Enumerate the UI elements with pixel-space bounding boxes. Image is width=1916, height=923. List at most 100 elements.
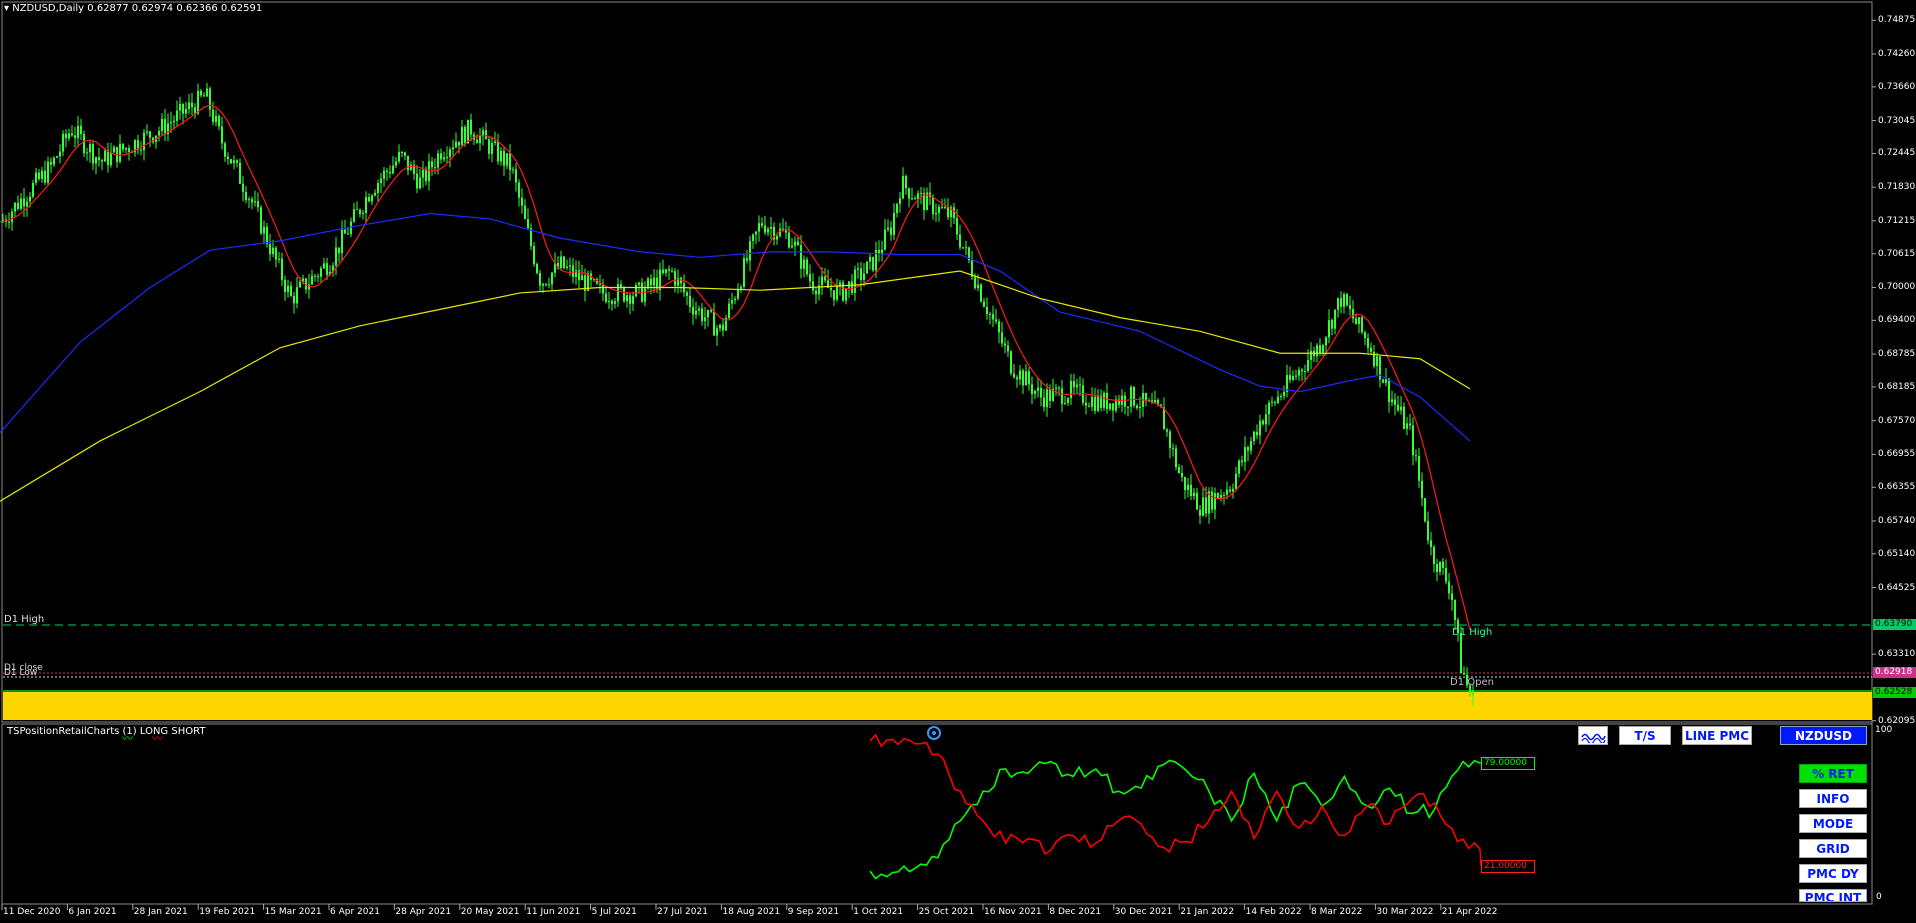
candle-body	[437, 153, 439, 168]
candle-body	[290, 285, 292, 297]
candle-body	[608, 300, 610, 302]
candle-body	[629, 295, 631, 304]
candle-body	[767, 228, 769, 233]
candle-body	[1349, 305, 1351, 310]
candle-body	[770, 226, 772, 229]
candle-body	[863, 273, 865, 281]
candle-body	[317, 276, 319, 278]
candle-body	[1181, 472, 1183, 477]
ret-button[interactable]: % RET	[1799, 764, 1867, 783]
candle-body	[1196, 492, 1198, 510]
candle-body	[1340, 298, 1342, 307]
candle-body	[1220, 494, 1222, 499]
time-tick-label: 21 Jan 2022	[1180, 907, 1235, 917]
candle-body	[1235, 473, 1237, 489]
time-tick-label: 21 Apr 2022	[1441, 907, 1498, 917]
candle-body	[56, 156, 58, 158]
price-tick-label: 0.63310	[1878, 649, 1916, 660]
candle-body	[1268, 402, 1270, 415]
candle-body	[1109, 403, 1111, 410]
time-tick-label: 9 Sep 2021	[787, 907, 840, 917]
candle-body	[1133, 386, 1135, 406]
candle-body	[1406, 423, 1408, 429]
candle-body	[1244, 447, 1246, 463]
price-tick-label: 0.66355	[1878, 482, 1916, 493]
slow-ma-line	[0, 270, 1471, 502]
candle-body	[1076, 384, 1078, 388]
candle-body	[128, 147, 130, 152]
candle-body	[1301, 369, 1303, 372]
candle-body	[1409, 423, 1411, 426]
candle-body	[380, 178, 382, 184]
candle-body	[224, 143, 226, 157]
indicator-frame	[1, 723, 1873, 905]
candle-body	[296, 287, 298, 304]
candle-body	[1238, 460, 1240, 474]
candle-body	[800, 245, 802, 269]
price-tick-label: 0.74260	[1878, 48, 1916, 59]
chart-window[interactable]: ▾ NZDUSD,Daily 0.62877 0.62974 0.62366 0…	[0, 0, 1916, 923]
symbol-button[interactable]: NZDUSD	[1780, 726, 1867, 745]
candle-body	[215, 115, 217, 122]
candle-body	[689, 295, 691, 307]
candle-body	[1163, 407, 1165, 430]
candle-body	[974, 276, 976, 289]
candle-body	[1310, 350, 1312, 361]
candle-body	[1436, 564, 1438, 572]
info-button[interactable]: INFO	[1799, 789, 1867, 808]
candle-body	[995, 319, 997, 322]
candle-body	[1253, 431, 1255, 442]
candles	[2, 82, 1474, 707]
candle-body	[653, 277, 655, 286]
candle-body	[1112, 403, 1114, 411]
candle-body	[185, 109, 187, 114]
candle-body	[1394, 399, 1396, 405]
candle-body	[998, 321, 1000, 333]
mode-button[interactable]: MODE	[1799, 814, 1867, 833]
candle-body	[794, 241, 796, 246]
price-chart[interactable]	[0, 0, 1916, 923]
candle-body	[560, 256, 562, 268]
pmc-int-button[interactable]: PMC INT	[1799, 889, 1867, 902]
candle-body	[239, 162, 241, 184]
line-pmc-button[interactable]: LINE PMC	[1682, 726, 1752, 745]
candle-body	[233, 160, 235, 164]
candle-body	[764, 225, 766, 233]
candle-body	[1055, 387, 1057, 389]
candle-body	[1298, 369, 1300, 376]
target-circle-icon[interactable]	[927, 726, 941, 740]
time-tick-label: 16 Nov 2021	[984, 907, 1042, 917]
candle-body	[605, 293, 607, 302]
d1-close-price-tag: 0.62918	[1873, 667, 1916, 678]
candle-body	[1424, 498, 1426, 522]
candle-body	[1187, 484, 1189, 490]
mid-ma-line	[0, 212, 1471, 442]
candle-body	[602, 284, 604, 294]
candle-body	[221, 126, 223, 144]
candle-body	[143, 132, 145, 151]
ts-button[interactable]: T/S	[1619, 726, 1671, 745]
candle-body	[449, 149, 451, 157]
candle-body	[1001, 332, 1003, 344]
candle-body	[524, 205, 526, 220]
grid-button[interactable]: GRID	[1799, 839, 1867, 858]
candle-body	[1034, 390, 1036, 394]
candle-body	[1169, 431, 1171, 449]
d1-low-label: D1 Low	[4, 668, 38, 678]
candle-body	[737, 290, 739, 299]
pmc-dy-button[interactable]: PMC DY	[1799, 864, 1867, 883]
candle-body	[311, 275, 313, 285]
dropdown-triangle-icon[interactable]: ▾	[4, 3, 9, 14]
wave-icon[interactable]	[1578, 726, 1608, 745]
candle-body	[1337, 298, 1339, 310]
candle-body	[1019, 370, 1021, 380]
candle-body	[1049, 389, 1051, 401]
candle-body	[110, 152, 112, 166]
candle-body	[791, 245, 793, 248]
candle-body	[86, 152, 88, 154]
candle-body	[314, 275, 316, 277]
candle-body	[422, 169, 424, 178]
candle-body	[515, 169, 517, 183]
fast-ma-line	[0, 104, 1471, 631]
candle-body	[440, 153, 442, 160]
